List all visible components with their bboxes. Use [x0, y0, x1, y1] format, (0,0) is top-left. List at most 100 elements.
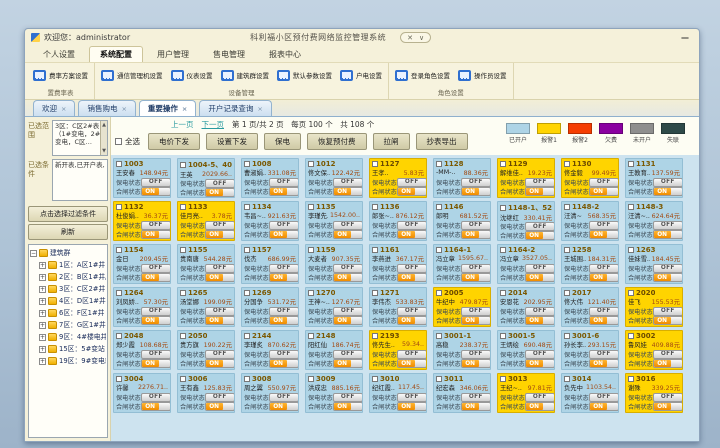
- protect-status-toggle[interactable]: OFF: [205, 307, 235, 316]
- meter-card[interactable]: 1128-MM-..88.36元保电状态OFF合闸状态ON: [433, 158, 491, 198]
- meter-card[interactable]: 1161李燕进367.17元保电状态OFF合闸状态ON: [369, 244, 427, 284]
- meter-card[interactable]: 1131王教育..137.59元保电状态OFF合闸状态ON: [625, 158, 683, 198]
- meter-card[interactable]: 2017佟大伟121.40元保电状态OFF合闸状态ON: [561, 287, 619, 327]
- meter-checkbox[interactable]: [500, 376, 506, 382]
- meter-checkbox[interactable]: [628, 161, 634, 167]
- tree-item[interactable]: +7区：G区1#井: [30, 319, 106, 331]
- protect-status-toggle[interactable]: OFF: [269, 393, 299, 402]
- protect-status-toggle[interactable]: OFF: [525, 393, 555, 402]
- meter-checkbox[interactable]: [308, 376, 314, 382]
- protect-status-toggle[interactable]: OFF: [525, 222, 555, 231]
- meter-checkbox[interactable]: [500, 290, 506, 296]
- switch-status-toggle[interactable]: ON: [205, 188, 235, 197]
- protect-status-toggle[interactable]: OFF: [589, 393, 619, 402]
- switch-status-toggle[interactable]: ON: [141, 359, 171, 368]
- protect-status-toggle[interactable]: OFF: [589, 221, 619, 230]
- meter-card[interactable]: 1134韦昌~..921.63元保电状态OFF合闸状态ON: [241, 201, 299, 241]
- switch-status-toggle[interactable]: ON: [269, 230, 299, 239]
- meter-card[interactable]: 1129解维佳..19.23元保电状态OFF合闸状态ON: [497, 158, 555, 198]
- protect-status-toggle[interactable]: OFF: [333, 307, 363, 316]
- meter-card[interactable]: 2014安恩花202.95元保电状态OFF合闸状态ON: [497, 287, 555, 327]
- meter-card[interactable]: 1164-1冯立章1595.67..保电状态OFF合闸状态ON: [433, 244, 491, 284]
- switch-status-toggle[interactable]: ON: [205, 316, 235, 325]
- tree-item[interactable]: +3区：C区2#井（1#变: [30, 283, 106, 295]
- switch-status-toggle[interactable]: ON: [397, 316, 427, 325]
- chevron-down-icon[interactable]: ∨: [419, 34, 424, 42]
- meter-card[interactable]: 1159大麦者907.35元保电状态OFF合闸状态ON: [305, 244, 363, 284]
- meter-checkbox[interactable]: [436, 290, 442, 296]
- protect-status-toggle[interactable]: OFF: [333, 221, 363, 230]
- protect-status-toggle[interactable]: OFF: [397, 264, 427, 273]
- meter-card[interactable]: 1132杜俊娟..36.37元保电状态OFF合闸状态ON: [113, 201, 171, 241]
- protect-status-toggle[interactable]: OFF: [525, 307, 555, 316]
- protect-status-toggle[interactable]: OFF: [141, 178, 171, 187]
- collapse-icon[interactable]: −: [30, 250, 37, 257]
- meter-card[interactable]: 2144李瑾炙870.62元保电状态OFF合闸状态ON: [241, 330, 299, 370]
- ribbon-button[interactable]: 登录角色设置: [392, 68, 453, 83]
- meter-card[interactable]: 1157伐杰686.99元保电状态OFF合闸状态ON: [241, 244, 299, 284]
- meter-card[interactable]: 1154金日209.45元保电状态OFF合闸状态ON: [113, 244, 171, 284]
- menu-tab[interactable]: 报表中心: [259, 47, 311, 62]
- protect-status-toggle[interactable]: OFF: [205, 221, 235, 230]
- expand-icon[interactable]: +: [39, 346, 46, 353]
- tree-item[interactable]: +9区：4#楼电井（4#楼: [30, 331, 106, 343]
- select-all-checkbox[interactable]: [115, 138, 122, 145]
- tab-close-icon[interactable]: ×: [257, 105, 262, 113]
- expand-icon[interactable]: +: [39, 274, 46, 281]
- meter-card[interactable]: 1270王神~..127.67元保电状态OFF合闸状态ON: [305, 287, 363, 327]
- select-all[interactable]: 全选: [115, 136, 140, 147]
- meter-checkbox[interactable]: [372, 247, 378, 253]
- protect-status-toggle[interactable]: OFF: [461, 307, 491, 316]
- meter-checkbox[interactable]: [116, 161, 122, 167]
- meter-checkbox[interactable]: [628, 333, 634, 339]
- tree-item[interactable]: +15区：5#变站（3#变: [30, 343, 106, 355]
- switch-status-toggle[interactable]: ON: [269, 316, 299, 325]
- switch-status-toggle[interactable]: ON: [525, 187, 555, 196]
- meter-card[interactable]: 2193佟先生..59.34..保电状态OFF合闸状态ON: [369, 330, 427, 370]
- meter-checkbox[interactable]: [372, 376, 378, 382]
- meter-checkbox[interactable]: [180, 376, 186, 382]
- protect-status-toggle[interactable]: OFF: [141, 350, 171, 359]
- switch-status-toggle[interactable]: ON: [333, 273, 363, 282]
- protect-status-toggle[interactable]: OFF: [333, 178, 363, 187]
- tree-item[interactable]: +19区：9#变电站（2#: [30, 355, 106, 367]
- meter-card[interactable]: 1130佟金毅99.49元保电状态OFF合闸状态ON: [561, 158, 619, 198]
- meter-card[interactable]: 1148-3汪清~..624.64元保电状态OFF合闸状态ON: [625, 201, 683, 241]
- switch-status-toggle[interactable]: ON: [397, 187, 427, 196]
- meter-checkbox[interactable]: [180, 204, 186, 210]
- next-page-link[interactable]: 下一页: [202, 119, 225, 130]
- meter-card[interactable]: 1271李伟杰533.83元保电状态OFF合闸状态ON: [369, 287, 427, 327]
- switch-status-toggle[interactable]: ON: [461, 273, 491, 282]
- meter-card[interactable]: 1003王安春148.94元保电状态OFF合闸状态ON: [113, 158, 171, 198]
- switch-status-toggle[interactable]: ON: [589, 230, 619, 239]
- meter-checkbox[interactable]: [116, 290, 122, 296]
- protect-status-toggle[interactable]: OFF: [141, 307, 171, 316]
- doc-tab[interactable]: 欢迎×: [33, 100, 75, 116]
- toolbar-button[interactable]: 电价下发: [148, 133, 200, 150]
- meter-checkbox[interactable]: [564, 247, 570, 253]
- meter-card[interactable]: 3002鲁风娃409.88元保电状态OFF合闸状态ON: [625, 330, 683, 370]
- protect-status-toggle[interactable]: OFF: [141, 393, 171, 402]
- toolbar-button[interactable]: 恢复预付费: [307, 133, 367, 150]
- meter-card[interactable]: 2048郑少霞108.68元保电状态OFF合闸状态ON: [113, 330, 171, 370]
- expand-icon[interactable]: +: [39, 262, 46, 269]
- refresh-button[interactable]: 刷新: [28, 224, 108, 240]
- meter-checkbox[interactable]: [244, 290, 250, 296]
- close-icon[interactable]: ✕: [407, 34, 413, 42]
- protect-status-toggle[interactable]: OFF: [461, 264, 491, 273]
- protect-status-toggle[interactable]: OFF: [397, 221, 427, 230]
- meter-card[interactable]: 2050贵方旗190.22元保电状态OFF合闸状态ON: [177, 330, 235, 370]
- tree-item[interactable]: +6区：F区1#井（F区1#: [30, 307, 106, 319]
- meter-card[interactable]: 3013王纪~..97.81元保电状态OFF合闸状态ON: [497, 373, 555, 413]
- meter-checkbox[interactable]: [180, 247, 186, 253]
- protect-status-toggle[interactable]: OFF: [653, 178, 683, 187]
- meter-checkbox[interactable]: [372, 333, 378, 339]
- meter-card[interactable]: 1135李瑾先..1542.00..保电状态OFF合闸状态ON: [305, 201, 363, 241]
- protect-status-toggle[interactable]: OFF: [589, 307, 619, 316]
- switch-status-toggle[interactable]: ON: [397, 273, 427, 282]
- protect-status-toggle[interactable]: OFF: [461, 221, 491, 230]
- meter-card[interactable]: 1136郎张~..876.12元保电状态OFF合闸状态ON: [369, 201, 427, 241]
- toolbar-button[interactable]: 设置下发: [206, 133, 258, 150]
- meter-card[interactable]: 1164-2冯立章3527.05..保电状态OFF合闸状态ON: [497, 244, 555, 284]
- switch-status-toggle[interactable]: ON: [525, 231, 555, 240]
